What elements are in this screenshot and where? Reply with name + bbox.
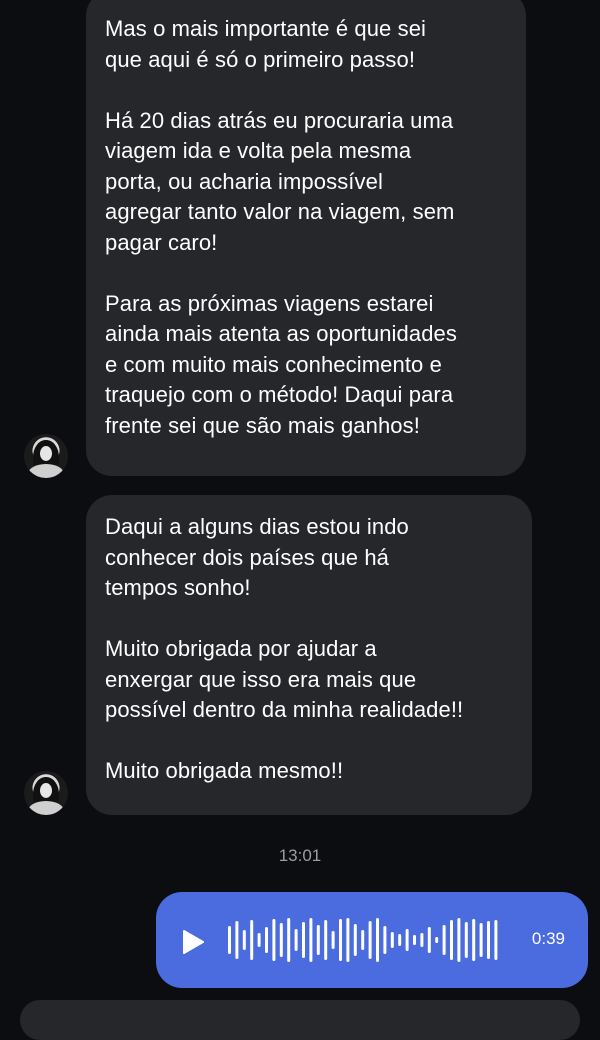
message-text: Mas o mais importante é que sei que aqui…	[105, 16, 427, 72]
waveform-bar	[442, 925, 446, 955]
waveform-bar	[420, 933, 424, 947]
waveform-bar	[324, 920, 328, 960]
waveform-bar	[376, 918, 379, 962]
waveform-bar	[479, 923, 483, 957]
avatar-shoulder	[28, 801, 64, 815]
waveform-bar	[427, 927, 431, 953]
sender-avatar[interactable]	[24, 771, 68, 815]
waveform-bar	[235, 921, 239, 959]
waveform-bar	[413, 935, 416, 945]
message-text: Para as próximas viagens estarei ainda m…	[105, 290, 457, 438]
message-text: Muito obrigada por ajudar a enxergar que…	[105, 636, 464, 722]
audio-waveform[interactable]	[228, 918, 568, 962]
waveform-bar	[287, 918, 291, 962]
waveform-bar	[265, 927, 268, 953]
waveform-bar	[272, 919, 276, 961]
avatar-face	[40, 783, 52, 798]
incoming-message-bubble[interactable]: Mas o mais importante é que sei que aqui…	[86, 0, 526, 476]
message-timestamp: 13:01	[278, 846, 322, 865]
waveform-bar	[302, 922, 305, 958]
waveform-bar	[398, 934, 402, 946]
waveform-bar	[405, 929, 409, 951]
voice-message-bubble[interactable]: 0:39	[156, 892, 588, 988]
waveform-bar	[435, 937, 439, 943]
play-icon[interactable]	[182, 930, 204, 954]
waveform-bar	[242, 930, 246, 950]
waveform-bar	[228, 926, 231, 954]
waveform-bar	[316, 925, 320, 955]
avatar-shoulder	[28, 464, 64, 478]
waveform-bar	[494, 920, 498, 960]
waveform-bar	[257, 933, 261, 947]
waveform-bar	[464, 922, 468, 958]
waveform-bar	[294, 929, 298, 951]
waveform-bar	[339, 919, 342, 961]
sender-avatar[interactable]	[24, 434, 68, 478]
waveform-bar	[346, 918, 350, 962]
message-text: Muito obrigada mesmo!!	[105, 758, 344, 783]
avatar-face	[40, 446, 52, 461]
incoming-message-bubble[interactable]: Daqui a alguns dias estou indo conhecer …	[86, 495, 532, 815]
waveform-bar	[487, 921, 490, 959]
waveform-bar	[450, 920, 453, 960]
waveform-bar	[383, 926, 387, 954]
waveform-bar	[472, 919, 476, 961]
waveform-bar	[279, 923, 283, 957]
incoming-message-bubble[interactable]	[20, 1000, 580, 1040]
waveform-bar	[353, 924, 357, 956]
waveform-bar	[331, 931, 335, 949]
voice-duration: 0:39	[531, 929, 565, 948]
waveform-bar	[390, 932, 394, 948]
waveform-bar	[309, 918, 313, 962]
message-text: Daqui a alguns dias estou indo conhecer …	[105, 514, 409, 600]
waveform-bar	[368, 921, 372, 959]
waveform-bar	[457, 918, 461, 962]
waveform-bar	[361, 930, 365, 950]
waveform-bar	[250, 920, 254, 960]
message-text: Há 20 dias atrás eu procuraria uma viage…	[105, 107, 455, 255]
